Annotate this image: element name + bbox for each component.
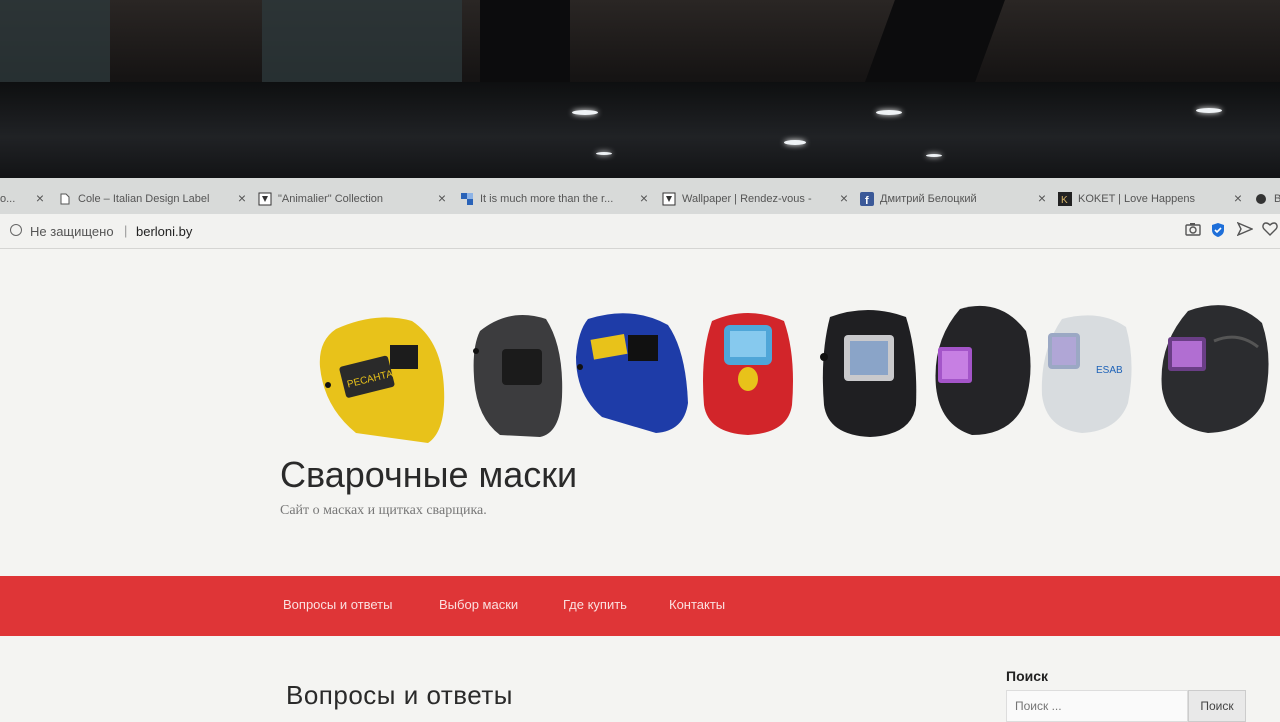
chat-icon (1254, 192, 1268, 206)
site-tagline: Сайт о масках и щитках сварщика. (280, 503, 487, 518)
yellow-helmet-image: РЕСАНТА (319, 317, 445, 443)
nav-item-where-to-buy[interactable]: Где купить (563, 597, 627, 612)
browser-tab[interactable]: "Animalier" Collection × (258, 186, 446, 212)
shield-check-icon[interactable] (1211, 222, 1225, 241)
security-indicator[interactable]: Не защищено (30, 224, 114, 239)
browser-tab[interactable]: K KOKET | Love Happens × (1058, 186, 1242, 212)
close-tab-icon[interactable]: × (640, 190, 648, 206)
light-reflection (926, 154, 942, 157)
close-tab-icon[interactable]: × (238, 190, 246, 206)
search-button[interactable]: Поиск (1188, 690, 1246, 722)
site-title[interactable]: Сварочные маски (280, 454, 577, 496)
url-text[interactable]: berloni.by (136, 224, 192, 239)
main-navigation: Вопросы и ответы Выбор маски Где купить … (0, 576, 1280, 636)
light-reflection (572, 110, 598, 115)
blue-helmet-image (576, 313, 688, 433)
black-wide-helmet-image (1161, 305, 1269, 433)
camera-icon[interactable] (1185, 222, 1201, 239)
heart-icon[interactable] (1262, 222, 1278, 239)
silver-helmet-image: ESAB (1041, 315, 1132, 433)
browser-tab[interactable]: f Дмитрий Белоцкий × (860, 186, 1046, 212)
svg-text:ESAB: ESAB (1096, 365, 1123, 376)
browser-tab[interactable]: o... × (0, 186, 44, 212)
search-widget-title: Поиск (1006, 668, 1049, 684)
tab-label: B (1274, 193, 1280, 205)
page-heading: Вопросы и ответы (286, 680, 513, 710)
nav-item-faq[interactable]: Вопросы и ответы (283, 597, 392, 612)
black-purple-lens-helmet-image (935, 305, 1031, 435)
close-tab-icon[interactable]: × (438, 190, 446, 206)
tab-label: It is much more than the r... (480, 193, 614, 205)
search-input[interactable] (1006, 690, 1188, 722)
svg-text:f: f (865, 195, 869, 206)
tab-label: "Animalier" Collection (278, 193, 384, 205)
close-tab-icon[interactable]: × (840, 190, 848, 206)
red-helmet-image (703, 313, 793, 435)
send-icon[interactable] (1236, 221, 1254, 239)
light-reflection (596, 152, 612, 155)
site-logo-icon (258, 192, 272, 206)
close-tab-icon[interactable]: × (1038, 190, 1046, 206)
ceiling-beam (480, 0, 570, 82)
tab-label: Cole – Italian Design Label (78, 193, 210, 205)
site-logo-icon (662, 192, 676, 206)
light-reflection (876, 110, 902, 115)
koket-icon: K (1058, 192, 1072, 206)
globe-icon[interactable] (10, 224, 22, 236)
browser-tab[interactable]: Cole – Italian Design Label × (58, 186, 246, 212)
browser-window: o... × Cole – Italian Design Label × "An… (0, 178, 1280, 722)
shelf-decor (0, 0, 110, 82)
address-bar[interactable]: Не защищено | berloni.by (0, 214, 1280, 249)
browser-tab[interactable]: Wallpaper | Rendez-vous - × (662, 186, 848, 212)
black-helmet-image (473, 315, 563, 437)
facebook-icon: f (860, 192, 874, 206)
svg-text:K: K (1061, 195, 1068, 206)
tab-label: o... (0, 193, 16, 205)
browser-tab[interactable]: B (1254, 186, 1280, 212)
close-tab-icon[interactable]: × (1234, 190, 1242, 206)
nav-item-contacts[interactable]: Контакты (669, 597, 725, 612)
tab-label: Дмитрий Белоцкий (880, 193, 977, 205)
room-background (0, 0, 1280, 82)
shelf-decor (262, 0, 462, 82)
monitor-bezel (0, 82, 1280, 182)
ceiling-beam (865, 0, 1005, 82)
browser-tab[interactable]: It is much more than the r... × (460, 186, 648, 212)
light-reflection (1196, 108, 1222, 113)
tiles-icon (460, 192, 474, 206)
tab-label: Wallpaper | Rendez-vous - (682, 193, 812, 205)
page-icon (58, 192, 72, 206)
tab-label: KOKET | Love Happens (1078, 193, 1195, 205)
tab-strip: o... × Cole – Italian Design Label × "An… (0, 178, 1280, 215)
web-page: РЕСАНТА ESAB Сварочные маски Сайт о маск… (0, 249, 1280, 722)
close-tab-icon[interactable]: × (36, 190, 44, 206)
address-separator: | (124, 223, 128, 238)
light-reflection (784, 140, 806, 145)
nav-item-choose-mask[interactable]: Выбор маски (439, 597, 518, 612)
black-large-lens-helmet-image (820, 310, 917, 437)
